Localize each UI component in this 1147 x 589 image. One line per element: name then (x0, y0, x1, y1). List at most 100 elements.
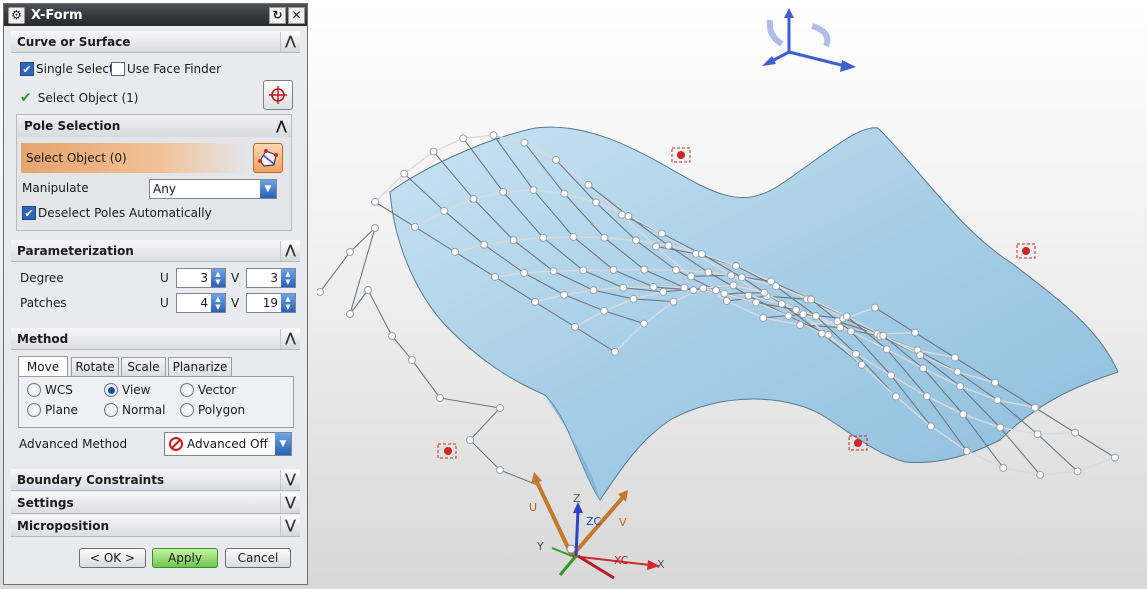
control-pole[interactable] (346, 310, 354, 318)
control-pole[interactable] (847, 327, 856, 336)
control-pole[interactable] (722, 297, 731, 306)
control-pole[interactable] (871, 303, 879, 312)
control-pole[interactable] (496, 404, 504, 412)
checkbox-unchecked-icon[interactable] (111, 62, 125, 76)
control-pole[interactable] (729, 281, 738, 290)
radio-icon[interactable] (180, 403, 194, 417)
reset-icon[interactable]: ↻ (269, 6, 286, 24)
control-pole[interactable] (531, 297, 539, 306)
control-pole[interactable] (891, 392, 900, 401)
control-pole[interactable] (600, 233, 609, 242)
radio-icon[interactable] (27, 403, 41, 417)
control-pole[interactable] (699, 284, 708, 293)
control-pole[interactable] (669, 297, 678, 306)
chevron-up-icon[interactable]: ⋀ (280, 31, 300, 52)
control-pole[interactable] (659, 287, 668, 296)
control-pole[interactable] (539, 233, 548, 242)
control-pole[interactable] (956, 382, 965, 391)
control-pole[interactable] (922, 392, 931, 401)
control-pole[interactable] (496, 466, 504, 474)
control-pole[interactable] (466, 436, 474, 444)
control-pole[interactable] (388, 332, 396, 340)
control-pole[interactable] (759, 313, 768, 322)
radio-wcs[interactable]: WCS (27, 383, 73, 397)
radio-vector[interactable]: Vector (180, 383, 236, 397)
control-pole[interactable] (631, 236, 640, 245)
control-pole[interactable] (664, 241, 673, 250)
control-pole[interactable] (1036, 470, 1045, 479)
spinner-arrows-icon[interactable]: ▲ ▼ (281, 269, 295, 287)
control-pole[interactable] (807, 295, 816, 304)
control-pole[interactable] (671, 266, 680, 275)
spinner-arrows-icon[interactable]: ▲ ▼ (281, 294, 295, 312)
ok-button[interactable]: < OK > (79, 548, 146, 568)
single-select-checkbox[interactable]: ✔ Single Select (20, 62, 114, 76)
drag-handle-icon[interactable] (1016, 243, 1036, 259)
manipulate-select[interactable]: Any ▼ (149, 179, 277, 199)
control-pole[interactable] (429, 147, 438, 156)
control-pole[interactable] (629, 294, 638, 303)
group-boundary-constraints[interactable]: Boundary Constraints ⋁ (11, 469, 300, 491)
graphics-viewport[interactable]: U Z ZC V Y XC X (317, 0, 1147, 589)
control-pole[interactable] (609, 265, 618, 274)
control-pole[interactable] (951, 353, 959, 362)
control-pole[interactable] (651, 242, 660, 251)
control-pole[interactable] (836, 323, 845, 332)
group-settings[interactable]: Settings ⋁ (11, 492, 300, 514)
control-pole[interactable] (1033, 430, 1042, 439)
control-pole[interactable] (491, 272, 499, 281)
chevron-down-icon[interactable]: ⋁ (280, 469, 300, 490)
control-pole[interactable] (600, 306, 609, 315)
checkbox-checked-icon[interactable]: ✔ (22, 206, 36, 220)
radio-polygon[interactable]: Polygon (180, 403, 245, 417)
control-pole[interactable] (509, 236, 518, 245)
chevron-down-icon[interactable]: ⋁ (280, 515, 300, 536)
control-pole[interactable] (371, 197, 379, 206)
advanced-method-select[interactable]: Advanced Off ▼ (164, 432, 292, 456)
control-pole[interactable] (489, 131, 498, 140)
control-pole[interactable] (560, 290, 569, 299)
control-pole[interactable] (459, 134, 468, 143)
drag-handle-icon[interactable] (671, 147, 691, 163)
control-pole[interactable] (1111, 453, 1119, 462)
control-pole[interactable] (591, 198, 600, 207)
control-pole[interactable] (689, 286, 698, 295)
close-icon[interactable]: ✕ (288, 6, 305, 24)
control-pole[interactable] (640, 319, 649, 328)
pole-selection-header[interactable]: Pole Selection ⋀ (17, 115, 291, 137)
control-pole[interactable] (720, 289, 729, 298)
control-pole[interactable] (617, 210, 626, 219)
control-pole[interactable] (962, 447, 971, 456)
control-pole[interactable] (857, 360, 866, 369)
tab-move[interactable]: Move (18, 356, 68, 376)
control-pole[interactable] (882, 345, 891, 354)
gear-icon[interactable]: ⚙ (8, 6, 25, 24)
radio-selected-icon[interactable] (104, 383, 118, 397)
radio-icon[interactable] (180, 383, 194, 397)
control-pole[interactable] (996, 423, 1005, 432)
control-pole[interactable] (364, 286, 372, 294)
control-pole[interactable] (569, 232, 578, 241)
control-pole[interactable] (499, 187, 508, 196)
pole-select-object-field[interactable]: Select Object (0) (21, 143, 247, 173)
control-pole[interactable] (1031, 403, 1039, 412)
control-pole[interactable] (959, 410, 968, 419)
tab-planarize[interactable]: Planarize (168, 357, 232, 376)
control-pole[interactable] (584, 180, 593, 189)
control-pole[interactable] (619, 283, 628, 292)
chevron-up-icon[interactable]: ⋀ (280, 328, 300, 349)
crosshair-select-button[interactable] (263, 80, 293, 110)
control-pole[interactable] (751, 298, 760, 307)
control-pole[interactable] (551, 155, 560, 164)
control-pole[interactable] (737, 273, 746, 282)
control-pole[interactable] (649, 282, 658, 291)
control-pole[interactable] (777, 299, 786, 308)
control-pole[interactable] (687, 272, 696, 281)
chevron-down-icon[interactable]: ▼ (275, 433, 291, 455)
control-pole[interactable] (680, 283, 689, 292)
use-face-finder-checkbox[interactable]: Use Face Finder (111, 62, 221, 76)
control-pole[interactable] (400, 169, 409, 178)
control-pole[interactable] (824, 330, 833, 339)
spinner-arrows-icon[interactable]: ▲ ▼ (211, 269, 225, 287)
control-pole[interactable] (589, 286, 598, 295)
